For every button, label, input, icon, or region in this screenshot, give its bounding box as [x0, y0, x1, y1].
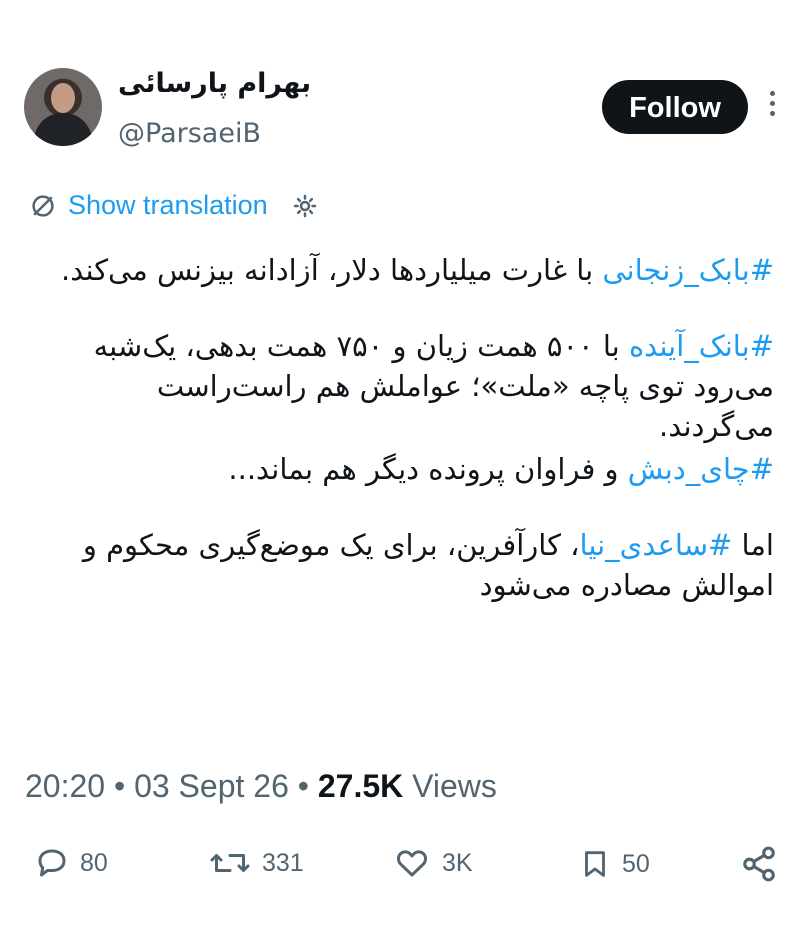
repost-count: 331 — [262, 848, 304, 877]
reply-count: 80 — [80, 848, 108, 877]
hashtag-link[interactable]: #چای_دبش — [628, 452, 774, 486]
avatar[interactable] — [24, 68, 102, 146]
tweet-paragraph-2: #بانک_آینده با ۵۰۰ همت زیان و ۷۵۰ همت بد… — [36, 326, 774, 446]
tweet-text-span: اما — [732, 528, 774, 562]
translate-icon — [32, 194, 54, 217]
tweet-text-span: با غارت میلیاردها دلار، آزادانه بیزنس می… — [61, 253, 603, 287]
hashtag-link[interactable]: #ساعدی_نیا — [580, 528, 733, 562]
tweet-paragraph-1: #بابک_زنجانی با غارت میلیاردها دلار، آزا… — [36, 250, 774, 290]
avatar-suit — [34, 113, 92, 146]
hashtag-link[interactable]: #بانک_آینده — [629, 329, 774, 363]
follow-button[interactable]: Follow — [602, 80, 748, 134]
repost-icon — [210, 854, 250, 872]
meta-separator: • — [113, 768, 126, 804]
reply-button[interactable]: 80 — [34, 845, 108, 881]
views-count[interactable]: 27.5K — [318, 768, 403, 804]
like-icon — [397, 850, 427, 877]
more-options-icon[interactable] — [764, 86, 780, 126]
tweet-date[interactable]: 03 Sept 26 — [134, 768, 289, 804]
tweet-actions: 80 331 3K 50 — [0, 845, 800, 895]
meta-separator: • — [297, 768, 309, 804]
hashtag-link[interactable]: #بابک_زنجانی — [602, 253, 774, 287]
tweet-text: #بابک_زنجانی با غارت میلیاردها دلار، آزا… — [36, 250, 774, 641]
like-count: 3K — [442, 848, 473, 877]
tweet-paragraph-3: #چای_دبش و فراوان پرونده دیگر هم بماند..… — [36, 449, 774, 489]
bookmark-icon — [585, 851, 605, 877]
tweet-time[interactable]: 20:20 — [25, 768, 105, 804]
author-name[interactable]: بهرام پارسائی — [118, 68, 311, 99]
like-button[interactable]: 3K — [392, 845, 473, 881]
reply-icon — [38, 849, 66, 877]
bookmark-button[interactable]: 50 — [578, 845, 650, 883]
translation-row: Show translation — [28, 190, 320, 221]
share-icon — [743, 846, 775, 882]
tweet-paragraph-4: اما #ساعدی_نیا، کارآفرین، برای یک موضع‌گ… — [36, 525, 774, 605]
repost-button[interactable]: 331 — [208, 845, 304, 881]
author-handle[interactable]: @ParsaeiB — [118, 118, 261, 149]
avatar-face — [51, 83, 75, 113]
tweet-text-span: و فراوان پرونده دیگر هم بماند... — [228, 452, 628, 486]
show-translation-link[interactable]: Show translation — [68, 190, 268, 221]
views-label: Views — [412, 768, 497, 804]
bookmark-count: 50 — [622, 849, 650, 878]
tweet-meta: 20:20 • 03 Sept 26 • 27.5K Views — [25, 768, 497, 805]
gear-icon[interactable] — [290, 191, 320, 221]
share-button[interactable] — [740, 845, 778, 883]
